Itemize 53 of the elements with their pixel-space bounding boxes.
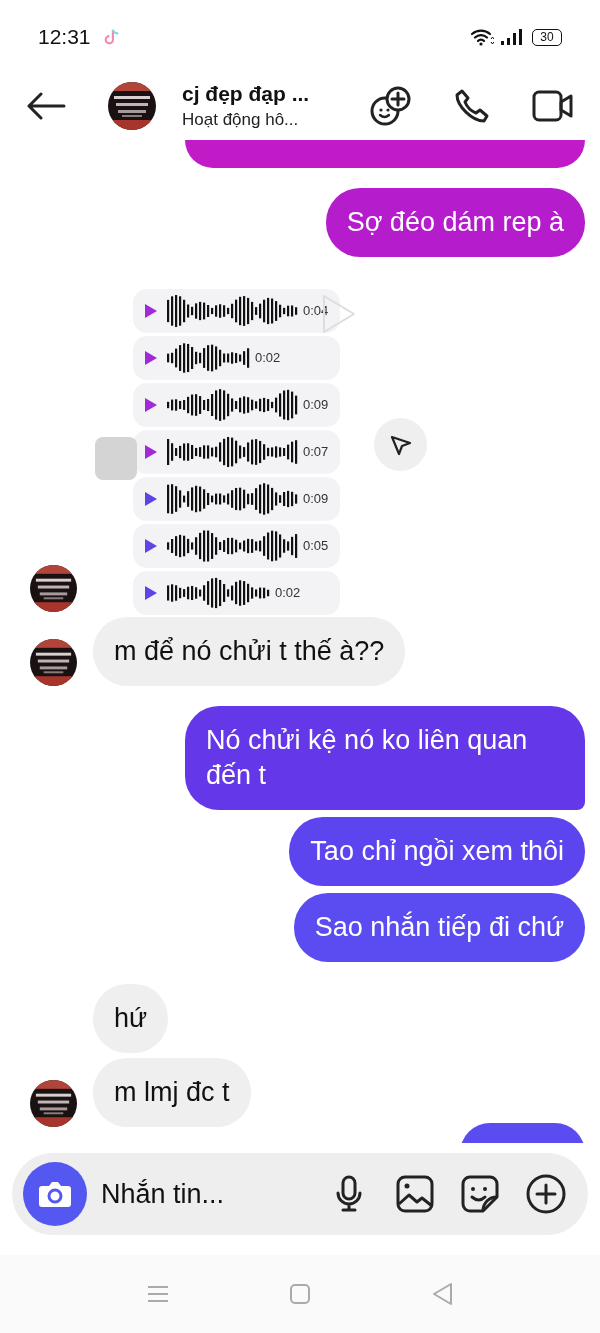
voice-message[interactable]: 0:02 (133, 571, 341, 615)
voice-duration: 0:02 (275, 584, 301, 603)
voice-duration: 0:09 (303, 396, 329, 415)
back-button[interactable] (26, 91, 68, 121)
play-icon[interactable] (145, 304, 157, 318)
voice-message[interactable]: 0:05 (133, 524, 341, 568)
voice-message[interactable]: 0:09 (133, 477, 341, 521)
video-call-icon[interactable] (532, 89, 574, 123)
image-icon[interactable] (396, 1175, 434, 1213)
waveform-icon (167, 388, 299, 422)
voice-message[interactable]: 0:02 (133, 336, 341, 380)
play-icon[interactable] (145, 539, 157, 553)
message-bubble: hứ (93, 984, 169, 1053)
camera-icon (38, 1179, 72, 1209)
waveform-icon (167, 529, 299, 563)
signal-icon (500, 28, 522, 46)
message-input[interactable]: Nhắn tin... (101, 1173, 335, 1215)
waveform-icon (167, 482, 299, 516)
play-icon[interactable] (145, 492, 157, 506)
contact-name[interactable]: cj đẹp đạp ... (182, 80, 310, 108)
battery-indicator: 30 (532, 28, 562, 46)
message-bubble: Sao nhắn tiếp đi chứ (293, 893, 585, 962)
waveform-icon (167, 435, 299, 469)
sticker-icon[interactable] (461, 1175, 499, 1213)
sticker-add-icon[interactable] (370, 86, 412, 126)
play-icon[interactable] (145, 398, 157, 412)
share-button[interactable] (374, 418, 427, 471)
wifi-icon (470, 28, 494, 46)
waveform-icon (167, 576, 271, 610)
play-icon[interactable] (145, 586, 157, 600)
activity-status: Hoạt động hô... (182, 109, 300, 131)
voice-duration: 0:09 (303, 490, 329, 509)
blurred-thumbnail (95, 437, 137, 480)
back-arrow-icon (26, 92, 66, 120)
message-bubble: Tao chỉ ngồi xem thôi (289, 817, 585, 886)
message-bubble: m lmj đc t (93, 1058, 251, 1127)
play-icon[interactable] (145, 445, 157, 459)
phone-call-icon[interactable] (454, 88, 490, 124)
play-icon[interactable] (145, 351, 157, 365)
voice-message[interactable]: 0:09 (133, 383, 341, 427)
voice-duration: 0:05 (303, 537, 329, 556)
message-bubble: Sợ đéo dám rep à (325, 188, 585, 257)
voice-duration: 0:02 (255, 349, 281, 368)
microphone-icon[interactable] (335, 1175, 363, 1213)
add-icon[interactable] (526, 1174, 566, 1214)
waveform-icon (167, 341, 251, 375)
voice-duration: 0:07 (303, 443, 329, 462)
waveform-icon (167, 294, 299, 328)
status-time: 12:31 (38, 24, 91, 51)
message-bubble: m để nó chửi t thế à?? (93, 617, 406, 686)
message-bubble: Nó chửi kệ nó ko liên quan đến t (185, 706, 585, 810)
camera-button[interactable] (23, 1162, 87, 1226)
voice-message[interactable]: 0:07 (133, 430, 341, 474)
